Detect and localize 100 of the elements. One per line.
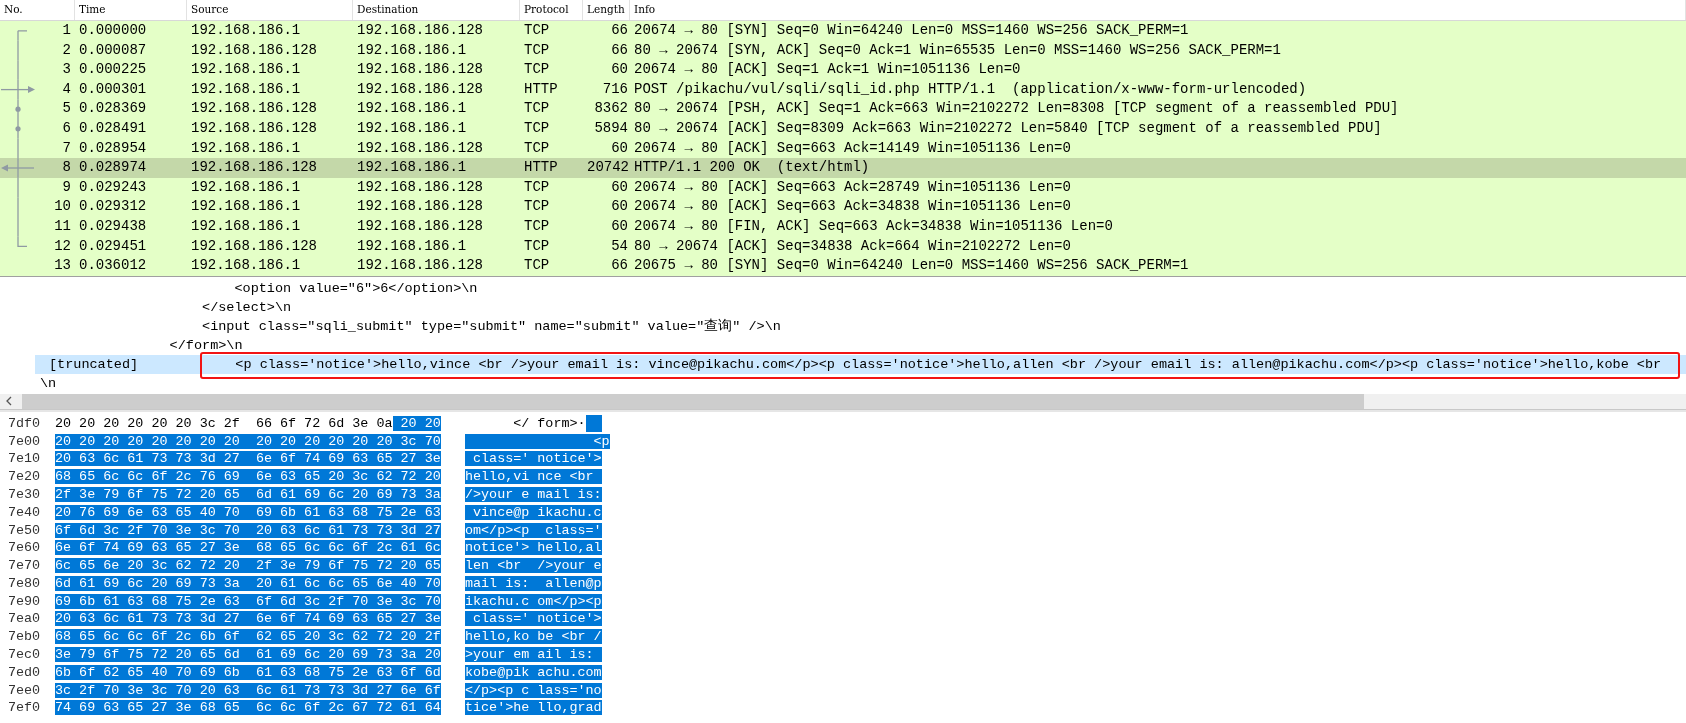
hex-bytes[interactable]: 20 20 [392, 415, 441, 431]
scrollbar-thumb[interactable] [22, 393, 1364, 409]
info-cell-text: POST /pikachu/vul/sqli/sqli_id.php HTTP/1.1 (application/x-www-form-urlencoded) [633, 79, 1308, 99]
ascii-text[interactable]: ikachu.c om</p><p [465, 593, 602, 609]
ascii-text[interactable]: class=' notice'> [465, 611, 602, 627]
packet-row[interactable]: 2 0.000087 192.168.186.128 192.168.186.1 TCP 66 80 → 20674 [SYN, ACK] Seq=0 Ack=1 Win=65535 Len=0 MSS=1460 WS=256 SACK_PERM=1 [0, 40, 1686, 61]
detail-line[interactable]: </select>\n [40, 299, 292, 315]
source-cell-text: 192.168.186.1 [190, 60, 302, 80]
ascii-text[interactable]: len <br />your e [465, 558, 602, 574]
ascii-text[interactable]: hello,vi nce <br [465, 469, 602, 485]
column-header[interactable]: Source [187, 0, 353, 20]
detail-line[interactable]: </form>\n [40, 337, 243, 353]
destination-cell-text: 192.168.186.128 [356, 138, 485, 158]
destination-cell-text: 192.168.186.128 [356, 216, 485, 236]
offset-cell-text: 7e70 [7, 557, 42, 575]
protocol-cell-text: HTTP [523, 158, 559, 178]
column-header[interactable]: Length [583, 0, 630, 20]
offset-cell-text: 7e40 [7, 503, 42, 522]
length-cell-text: 54 [610, 236, 629, 256]
protocol-cell-text: TCP [523, 99, 551, 119]
length-cell-text: 66 [610, 256, 629, 276]
hex-bytes[interactable]: 68 65 6c 6c 6f 2c 76 69 6e 63 65 20 3c 62 72 20 [55, 469, 441, 485]
number-cell-text: 7 [62, 138, 72, 158]
ascii-text[interactable]: mail is: allen@p [465, 575, 602, 591]
destination-cell-text: 192.168.186.1 [356, 158, 468, 178]
column-header[interactable]: Time [75, 0, 187, 20]
protocol-cell-text: HTTP [523, 79, 559, 99]
length-cell-text: 60 [610, 197, 629, 217]
horizontal-scrollbar[interactable] [0, 393, 1686, 410]
hex-bytes[interactable]: 6b 6f 62 65 40 70 69 6b 61 63 68 75 2e 63 6f 6d [55, 664, 441, 680]
ascii-text[interactable]: om</p><p class=' [465, 522, 602, 538]
ascii-text[interactable]: </ form>· [465, 415, 586, 431]
info-cell-text: 20674 → 80 [ACK] Seq=663 Ack=28749 Win=1051136 Len=0 [633, 177, 1072, 197]
column-header[interactable]: No. [0, 0, 75, 20]
destination-cell-text: 192.168.186.1 [356, 40, 468, 60]
column-header[interactable]: Destination [353, 0, 520, 20]
source-cell-text: 192.168.186.1 [190, 197, 302, 217]
ascii-text[interactable]: />your e mail is: [465, 486, 602, 502]
offset-cell-text: 7ed0 [7, 663, 42, 682]
offset-cell-text: 7ec0 [7, 646, 42, 664]
number-cell-text: 5 [62, 99, 72, 119]
protocol-cell-text: TCP [523, 40, 551, 60]
number-cell-text: 9 [62, 177, 72, 197]
number-cell-text: 10 [54, 197, 72, 217]
packet-row[interactable]: 7 0.028954 192.168.186.1 192.168.186.128 TCP 60 20674 → 80 [ACK] Seq=663 Ack=14149 Win=1051136 Len=0 [0, 138, 1686, 159]
hex-bytes[interactable]: 3e 79 6f 75 72 20 65 6d 61 69 6c 20 69 73 3a 20 [55, 647, 441, 663]
detail-field-row[interactable]: [truncated] <p class='notice'>hello,vince <br />your email is: vince@pikachu.com</p><p class='notice'>hello,allen <br />your email is: allen@pikachu.com</p><p class='notice'>hello,kobe <br [35, 354, 1686, 374]
ascii-text[interactable]: <p [465, 433, 610, 449]
length-cell-text: 66 [610, 21, 629, 40]
detail-line[interactable]: \n [40, 375, 57, 391]
packet-row[interactable]: 9 0.029243 192.168.186.1 192.168.186.128 TCP 60 20674 → 80 [ACK] Seq=663 Ack=28749 Win=1051136 Len=0 [0, 177, 1686, 198]
packet-row[interactable]: 8 0.028974 192.168.186.128 192.168.186.1 HTTP 20742 HTTP/1.1 200 OK (text/html) [0, 158, 1686, 178]
hex-bytes[interactable]: 20 20 20 20 20 20 20 20 20 20 20 20 20 20 3c 70 [55, 433, 441, 449]
protocol-cell-text: TCP [523, 256, 551, 276]
info-cell-text: 20674 → 80 [ACK] Seq=663 Ack=34838 Win=1051136 Len=0 [633, 197, 1072, 217]
ascii-text[interactable]: notice'> hello,al [465, 540, 602, 556]
time-cell-text: 0.000000 [78, 21, 148, 40]
time-cell-text: 0.029243 [78, 177, 148, 197]
ascii-text[interactable]: </p><p c lass='no [465, 682, 602, 698]
ascii-text[interactable]: hello,ko be <br / [465, 629, 602, 645]
hex-bytes[interactable]: 6e 6f 74 69 63 65 27 3e 68 65 6c 6c 6f 2c 61 6c [55, 540, 441, 556]
hex-bytes[interactable]: 69 6b 61 63 68 75 2e 63 6f 6d 3c 2f 70 3e 3c 70 [55, 593, 441, 609]
packet-row[interactable]: 5 0.028369 192.168.186.128 192.168.186.1 TCP 8362 80 → 20674 [PSH, ACK] Seq=1 Ack=663 Win=2102272 Len=8308 [TCP segment of a reassembled PDU] [0, 99, 1686, 119]
column-header[interactable]: Info [630, 0, 1686, 20]
length-cell-text: 60 [610, 138, 629, 158]
hex-bytes[interactable]: 68 65 6c 6c 6f 2c 6b 6f 62 65 20 3c 62 72 20 2f [55, 629, 441, 645]
column-header[interactable]: Protocol [520, 0, 583, 20]
ascii-text[interactable]: >your em ail is: [465, 647, 602, 663]
hex-bytes[interactable]: 20 76 69 6e 63 65 40 70 69 6b 61 63 68 75 2e 63 [55, 504, 441, 520]
ascii-text[interactable]: class=' notice'> [465, 451, 602, 467]
packet-row[interactable]: 6 0.028491 192.168.186.128 192.168.186.1 TCP 5894 80 → 20674 [ACK] Seq=8309 Ack=663 Win=2102272 Len=5840 [TCP segment of a reassembled PDU] [0, 118, 1686, 139]
hex-bytes[interactable]: 3c 2f 70 3e 3c 70 20 63 6c 61 73 73 3d 27 6e 6f [55, 682, 441, 698]
ascii-text[interactable]: tice'>he llo,grad [465, 700, 602, 716]
hex-bytes[interactable]: 6d 61 69 6c 20 69 73 3a 20 61 6c 6c 65 6e 40 70 [55, 575, 441, 591]
length-cell-text: 60 [610, 60, 629, 80]
packet-row[interactable]: 12 0.029451 192.168.186.128 192.168.186.1 TCP 54 80 → 20674 [ACK] Seq=34838 Ack=664 Win=2102272 Len=0 [0, 236, 1686, 257]
hex-bytes[interactable]: 74 69 63 65 27 3e 68 65 6c 6c 6f 2c 67 72 61 64 [55, 700, 441, 716]
packet-row[interactable]: 1 0.000000 192.168.186.1 192.168.186.128 TCP 66 20674 → 80 [SYN] Seq=0 Win=64240 Len=0 MSS=1460 WS=256 SACK_PERM=1 [0, 21, 1686, 41]
hex-bytes[interactable]: 2f 3e 79 6f 75 72 20 65 6d 61 69 6c 20 69 73 3a [55, 486, 441, 502]
detail-line[interactable]: <option value="6">6</option>\n [40, 280, 478, 296]
time-cell-text: 0.000087 [78, 40, 148, 60]
hex-bytes[interactable]: 20 63 6c 61 73 73 3d 27 6e 6f 74 69 63 65 27 3e [55, 611, 441, 627]
scroll-left-icon[interactable] [5, 396, 13, 407]
hex-bytes[interactable]: 20 20 20 20 20 20 3c 2f 66 6f 72 6d 3e 0a [55, 415, 393, 431]
packet-row[interactable]: 13 0.036012 192.168.186.1 192.168.186.128 TCP 66 20675 → 80 [SYN] Seq=0 Win=64240 Len=0 MSS=1460 WS=256 SACK_PERM=1 [0, 256, 1686, 276]
packet-row[interactable]: 11 0.029438 192.168.186.1 192.168.186.128 TCP 60 20674 → 80 [FIN, ACK] Seq=663 Ack=34838 Win=1051136 Len=0 [0, 216, 1686, 237]
hex-bytes[interactable]: 6c 65 6e 20 3c 62 72 20 2f 3e 79 6f 75 72 20 65 [55, 558, 441, 574]
destination-cell-text: 192.168.186.128 [356, 79, 485, 99]
ascii-text[interactable]: kobe@pik achu.com [465, 664, 602, 680]
ascii-text[interactable]: vince@p ikachu.c [465, 504, 602, 520]
destination-cell-text: 192.168.186.128 [356, 21, 485, 40]
time-cell-text: 0.029312 [78, 197, 148, 217]
packet-row[interactable]: 3 0.000225 192.168.186.1 192.168.186.128 TCP 60 20674 → 80 [ACK] Seq=1 Ack=1 Win=1051136 Len=0 [0, 60, 1686, 80]
detail-line[interactable]: <input class="sqli_submit" type="submit" name="submit" value="查询" />\n [40, 318, 781, 334]
offset-cell-text: 7ef0 [7, 699, 42, 718]
number-cell-text: 6 [62, 118, 72, 138]
hex-bytes[interactable]: 20 63 6c 61 73 73 3d 27 6e 6f 74 69 63 65 27 3e [55, 451, 441, 467]
packet-row[interactable]: 10 0.029312 192.168.186.1 192.168.186.128 TCP 60 20674 → 80 [ACK] Seq=663 Ack=34838 Win=1051136 Len=0 [0, 197, 1686, 217]
hex-bytes[interactable]: 6f 6d 3c 2f 70 3e 3c 70 20 63 6c 61 73 73 3d 27 [55, 522, 441, 538]
source-cell-text: 192.168.186.128 [190, 40, 319, 60]
